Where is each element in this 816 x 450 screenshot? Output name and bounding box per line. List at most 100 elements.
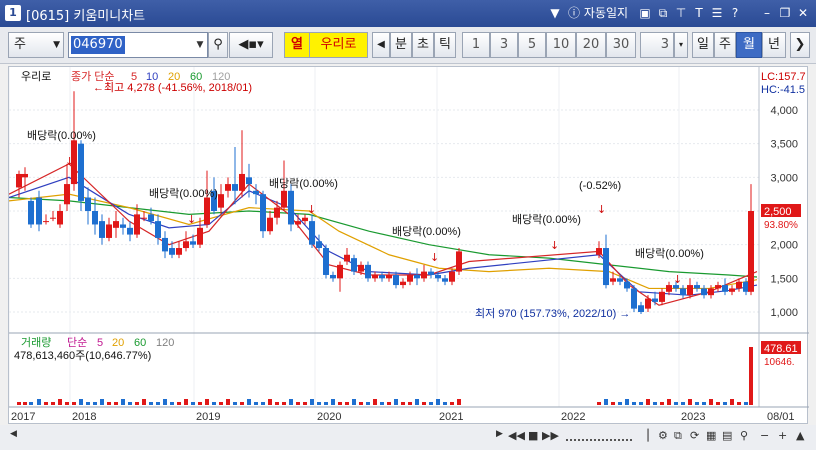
stock-name: 우리로 (310, 32, 368, 58)
candle-body (281, 190, 287, 208)
candle-body (729, 288, 735, 292)
volume-bar (331, 399, 335, 405)
prev-arrow-icon[interactable]: ◀ (372, 32, 390, 58)
volume-bar (212, 402, 216, 405)
btn-tick[interactable]: 틱 (434, 32, 456, 58)
dividend-arrow-icon: ↓ (550, 239, 559, 252)
refresh-icon[interactable]: ⟳ (690, 429, 699, 442)
volume-bar (93, 402, 97, 405)
candle-body (64, 184, 70, 205)
volume-bar (72, 402, 76, 405)
close-icon[interactable]: ✕ (796, 4, 810, 22)
rewind-icon[interactable]: ◀◀ (508, 429, 525, 442)
btn-num-1[interactable]: 1 (462, 32, 490, 58)
volume-bar (149, 402, 153, 405)
candle-body (365, 264, 371, 279)
period-select[interactable]: 주 ▼ (8, 32, 64, 58)
info-icon[interactable]: ⓘ (566, 4, 582, 22)
volume-bar (296, 402, 300, 405)
ma-legend-item: 120 (212, 71, 230, 83)
volume-bar (639, 402, 643, 405)
settings-icon[interactable]: ⚙ (658, 429, 668, 442)
candle-body (603, 248, 609, 286)
speaker-icon[interactable]: ◀▪▾ (229, 32, 273, 58)
candle-body (379, 274, 385, 279)
btn-period-day[interactable]: 일 (692, 32, 714, 58)
volume-bar (184, 399, 188, 405)
window-icon[interactable]: ▣ (638, 4, 652, 22)
candle-body (239, 173, 245, 191)
dividend-marker: 배당락(0.00%) (269, 177, 338, 190)
ma-legend-item: 60 (190, 71, 202, 83)
next-arrow-icon[interactable]: ❯ (790, 32, 810, 58)
adjust-arrow-icon: ↓ (597, 203, 606, 216)
candle-body (204, 197, 210, 225)
minimize-icon[interactable]: – (760, 4, 774, 22)
stop-icon[interactable]: ■ (528, 429, 538, 442)
layout-icon[interactable]: ▤ (722, 429, 732, 442)
candle-body (78, 143, 84, 201)
list-icon[interactable]: ☰ (710, 4, 724, 22)
candle-body (680, 288, 686, 296)
search-icon[interactable]: ⚲ (208, 32, 228, 58)
scroll-left-icon[interactable]: ◀ (10, 429, 17, 439)
volume-bar (415, 399, 419, 405)
period-select-value: 주 (14, 37, 26, 52)
plus-icon[interactable]: + (778, 429, 787, 442)
pin-icon[interactable]: ⊤ (674, 4, 688, 22)
btn-num-30[interactable]: 30 (606, 32, 636, 58)
candle-body (85, 197, 91, 211)
minus-icon[interactable]: − (760, 429, 769, 442)
btn-period-month[interactable]: 월 (736, 32, 762, 58)
candle-body (708, 288, 714, 296)
time-tick-label: 2023 (681, 411, 705, 423)
candle-body (715, 285, 721, 289)
btn-second[interactable]: 초 (412, 32, 434, 58)
down-arrow-icon[interactable]: ▼ (548, 4, 562, 22)
zoom-slider[interactable] (566, 431, 632, 441)
volume-bar (373, 399, 377, 405)
text-icon[interactable]: T (692, 4, 706, 22)
volume-bar (695, 402, 699, 405)
custom-number-input[interactable]: 3 (640, 32, 674, 58)
candle-body (421, 271, 427, 279)
copy-icon[interactable]: ⧉ (656, 4, 670, 22)
btn-period-year[interactable]: 년 (762, 32, 786, 58)
price-tick-label: 3,500 (770, 139, 798, 151)
dividend-marker: 배당락(0.00%) (512, 213, 581, 226)
chevron-down-icon[interactable]: ▼ (193, 33, 207, 57)
spin-arrow-icon[interactable]: ▾ (674, 32, 688, 58)
volume-tag: 478.61 (764, 343, 798, 355)
candle-body (645, 298, 651, 309)
candle-body (57, 211, 63, 225)
chart-panel[interactable]: 4,000 3,500 3,000 2,500 2,000 1,500 1,000 2017… (8, 66, 809, 425)
volume-bar (121, 399, 125, 405)
stock-code-input[interactable]: 046970 ▼ (68, 32, 208, 58)
zoom-handle-icon[interactable]: ▕ (640, 429, 648, 442)
btn-minute[interactable]: 분 (390, 32, 412, 58)
restore-icon[interactable]: ❐ (778, 4, 792, 22)
candle-body (134, 214, 140, 235)
volume-bar (317, 402, 321, 405)
volume-bar (142, 399, 146, 405)
price-chart[interactable]: 4,000 3,500 3,000 2,500 2,000 1,500 1,000 2017… (9, 67, 809, 425)
magnify-icon[interactable]: ⚲ (740, 429, 748, 442)
stock-code-value: 046970 (71, 36, 125, 54)
volume-bar (240, 402, 244, 405)
volume-bar (394, 399, 398, 405)
btn-period-week[interactable]: 주 (714, 32, 736, 58)
btn-num-3[interactable]: 3 (490, 32, 518, 58)
volume-bar (688, 399, 692, 405)
volume-bar (604, 399, 608, 405)
up-arrow-icon[interactable]: ▲ (796, 429, 804, 442)
btn-num-5[interactable]: 5 (518, 32, 546, 58)
play-icon[interactable]: ▶ (496, 429, 503, 439)
window-icon[interactable]: ⧉ (674, 429, 682, 443)
btn-num-10[interactable]: 10 (546, 32, 576, 58)
btn-num-20[interactable]: 20 (576, 32, 606, 58)
grid-icon[interactable]: ▦ (706, 429, 716, 442)
auto-update-label[interactable]: 자동일지 (583, 4, 629, 22)
status-bar: ◀ ▶ ◀◀ ■ ▶▶ ▕ ⚙ ⧉ ⟳ ▦ ▤ ⚲ − + ▲ (0, 425, 816, 450)
forward-icon[interactable]: ▶▶ (542, 429, 559, 442)
help-icon[interactable]: ? (728, 4, 742, 22)
